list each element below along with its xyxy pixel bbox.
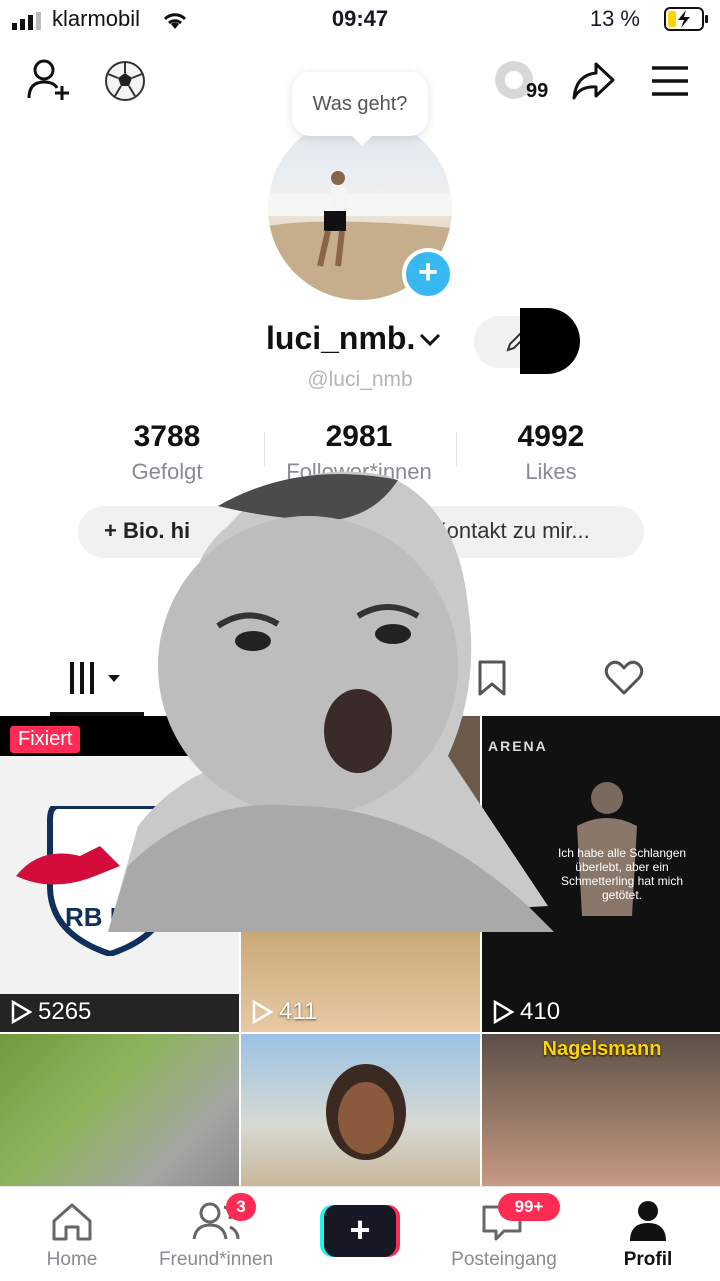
- battery-percent: 13 %: [589, 6, 640, 31]
- soccer-ball-icon[interactable]: [104, 60, 146, 102]
- view-count-value: 411: [279, 998, 318, 1025]
- pinned-badge: Fixiert: [10, 726, 81, 753]
- chevron-down-icon[interactable]: [418, 332, 442, 348]
- nav-profile[interactable]: Profil: [610, 1187, 686, 1281]
- view-count-value: 410: [520, 998, 561, 1025]
- status-note-bubble[interactable]: Was geht?: [292, 72, 428, 146]
- nav-friends[interactable]: 3 Freund*innen: [150, 1187, 282, 1281]
- followers-count[interactable]: 2981: [264, 420, 454, 454]
- play-icon: [252, 1000, 273, 1024]
- battery-charging-icon: [664, 7, 708, 31]
- tile-caption: Nagelsmann: [542, 1038, 662, 1060]
- nav-profile-label: Profil: [623, 1249, 673, 1270]
- video-tile[interactable]: [0, 1034, 239, 1186]
- menu-icon[interactable]: [650, 64, 690, 98]
- plus-icon: +: [324, 1205, 396, 1257]
- view-count-value: 5265: [38, 998, 92, 1025]
- add-friend-icon[interactable]: [26, 58, 74, 102]
- profile-icon: [630, 1201, 666, 1241]
- person-photo: [326, 1064, 406, 1160]
- tile-overlay-text: Ich habe alle Schlangen überlebt, aber e…: [557, 846, 687, 902]
- friends-badge: 3: [226, 1193, 256, 1221]
- following-count[interactable]: 3788: [72, 420, 262, 454]
- nav-home[interactable]: Home: [30, 1187, 114, 1281]
- share-icon[interactable]: [570, 60, 616, 102]
- view-count: 410: [492, 998, 560, 1026]
- user-handle: @luci_nmb: [307, 368, 413, 391]
- view-count: 411: [251, 998, 317, 1026]
- nav-friends-label: Freund*innen: [158, 1249, 274, 1270]
- profile-views-count: 99: [526, 80, 549, 102]
- redaction-overlay: [520, 308, 580, 374]
- video-tile[interactable]: Nagelsmann: [482, 1034, 720, 1186]
- video-tile[interactable]: [241, 1034, 480, 1186]
- nav-inbox-label: Posteingang: [451, 1249, 557, 1270]
- profile-views-button[interactable]: 99: [492, 58, 552, 104]
- add-story-button[interactable]: +: [402, 248, 454, 300]
- play-icon: [493, 1000, 514, 1024]
- liked-heart-icon[interactable]: [604, 660, 644, 696]
- home-icon: [52, 1203, 92, 1241]
- play-icon: [11, 1000, 32, 1024]
- likes-count[interactable]: 4992: [456, 420, 646, 454]
- nav-inbox[interactable]: 99+ Posteingang: [440, 1187, 568, 1281]
- view-count: 5265: [10, 998, 91, 1026]
- create-button[interactable]: +: [320, 1205, 400, 1257]
- status-bar: klarmobil 09:47 13 %: [0, 0, 720, 40]
- bottom-nav: Home 3 Freund*innen + 99+ Posteingang Pr…: [0, 1186, 720, 1281]
- baby-sticker: [108, 471, 554, 932]
- nav-home-label: Home: [46, 1249, 98, 1270]
- inbox-badge: 99+: [498, 1193, 560, 1221]
- username[interactable]: luci_nmb.: [266, 320, 415, 357]
